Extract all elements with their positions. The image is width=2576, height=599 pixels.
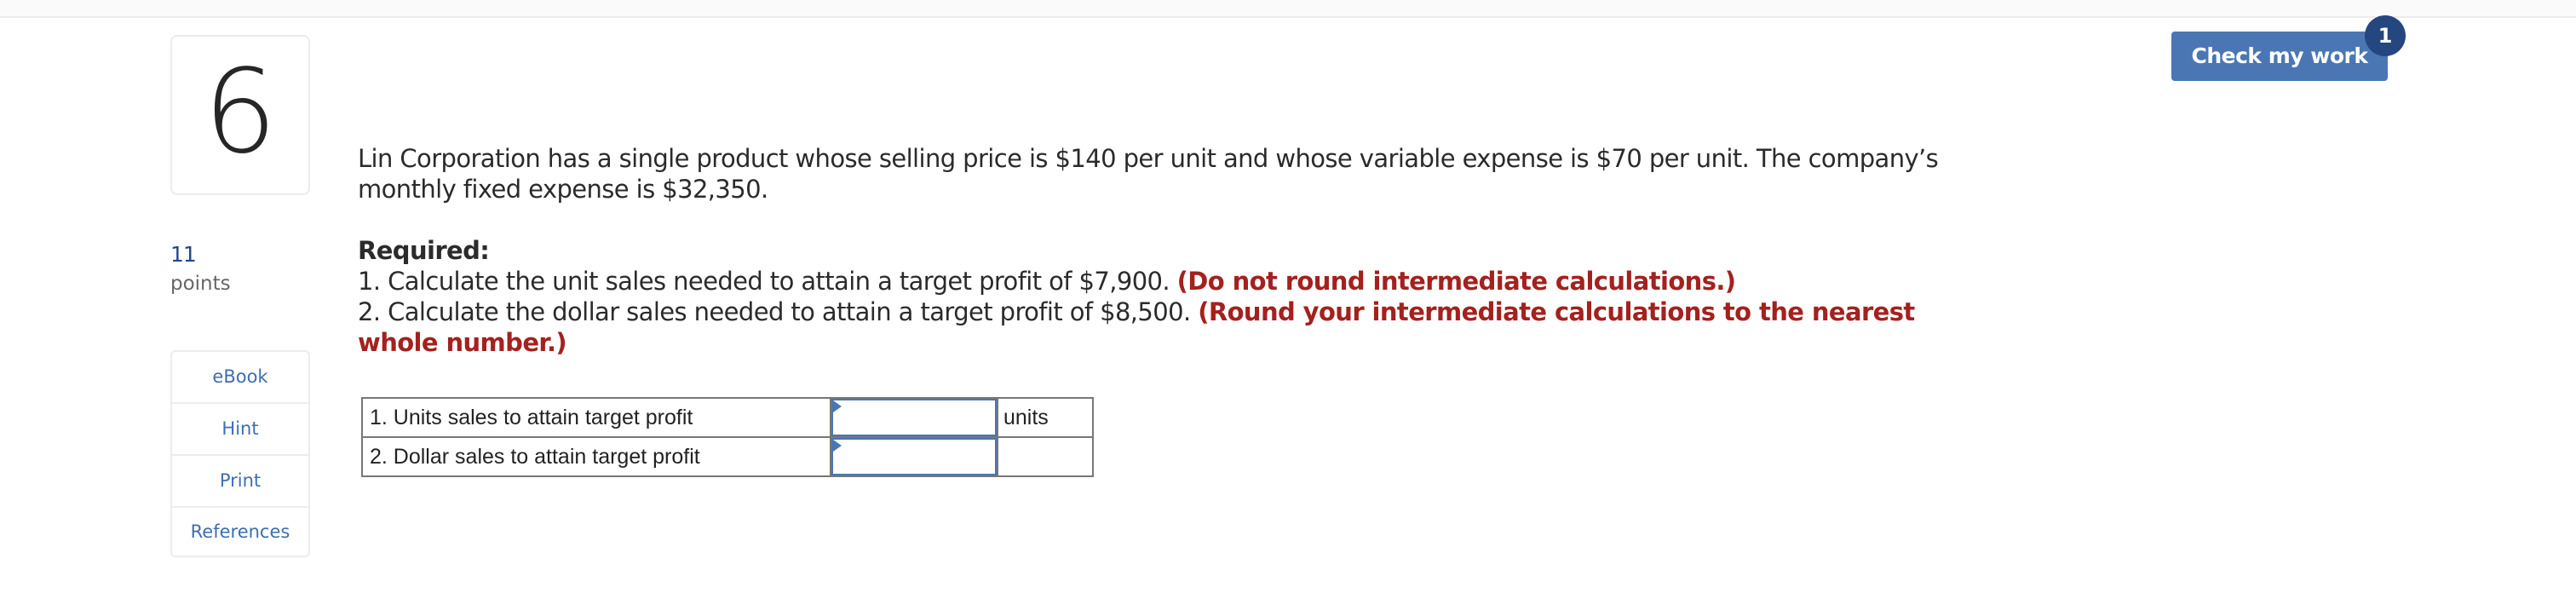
answer-table: 1. Units sales to attain target profit u… bbox=[361, 397, 1094, 477]
requirement-1-text: 1. Calculate the unit sales needed to at… bbox=[358, 267, 1170, 296]
input-cell bbox=[830, 397, 998, 438]
points-value: 11 bbox=[170, 242, 197, 267]
points-info: 11 points bbox=[170, 240, 231, 298]
requirement-1-note: (Do not round intermediate calculations.… bbox=[1176, 267, 1736, 296]
input-flag-icon bbox=[833, 440, 842, 452]
required-section: Required: 1. Calculate the unit sales ne… bbox=[358, 235, 1959, 358]
table-row: 1. Units sales to attain target profit u… bbox=[361, 397, 1094, 438]
check-my-work-button[interactable]: Check my work bbox=[2171, 32, 2388, 81]
points-label: points bbox=[170, 273, 231, 295]
question-intro: Lin Corporation has a single product who… bbox=[358, 144, 1939, 204]
references-link[interactable]: References bbox=[172, 508, 308, 556]
table-row: 2. Dollar sales to attain target profit bbox=[361, 436, 1094, 477]
required-title: Required: bbox=[358, 236, 490, 265]
question-number: 6 bbox=[203, 45, 278, 180]
input-flag-icon bbox=[833, 400, 842, 412]
ebook-link[interactable]: eBook bbox=[172, 352, 308, 404]
top-bar bbox=[0, 0, 2576, 18]
input-cell bbox=[830, 436, 998, 477]
hint-link[interactable]: Hint bbox=[172, 404, 308, 456]
row-unit: units bbox=[997, 397, 1094, 438]
question-body: Lin Corporation has a single product who… bbox=[358, 143, 1959, 358]
row-unit bbox=[997, 436, 1094, 477]
resources-panel: eBook Hint Print References bbox=[170, 350, 310, 557]
row-label: 2. Dollar sales to attain target profit bbox=[361, 436, 831, 477]
requirement-2-text: 2. Calculate the dollar sales needed to … bbox=[358, 297, 1191, 326]
check-attempts-badge: 1 bbox=[2365, 15, 2406, 56]
row-label: 1. Units sales to attain target profit bbox=[361, 397, 831, 438]
units-sales-input[interactable] bbox=[831, 399, 997, 436]
question-number-box: 6 bbox=[170, 35, 310, 195]
dollar-sales-input[interactable] bbox=[831, 438, 997, 475]
print-link[interactable]: Print bbox=[172, 456, 308, 508]
